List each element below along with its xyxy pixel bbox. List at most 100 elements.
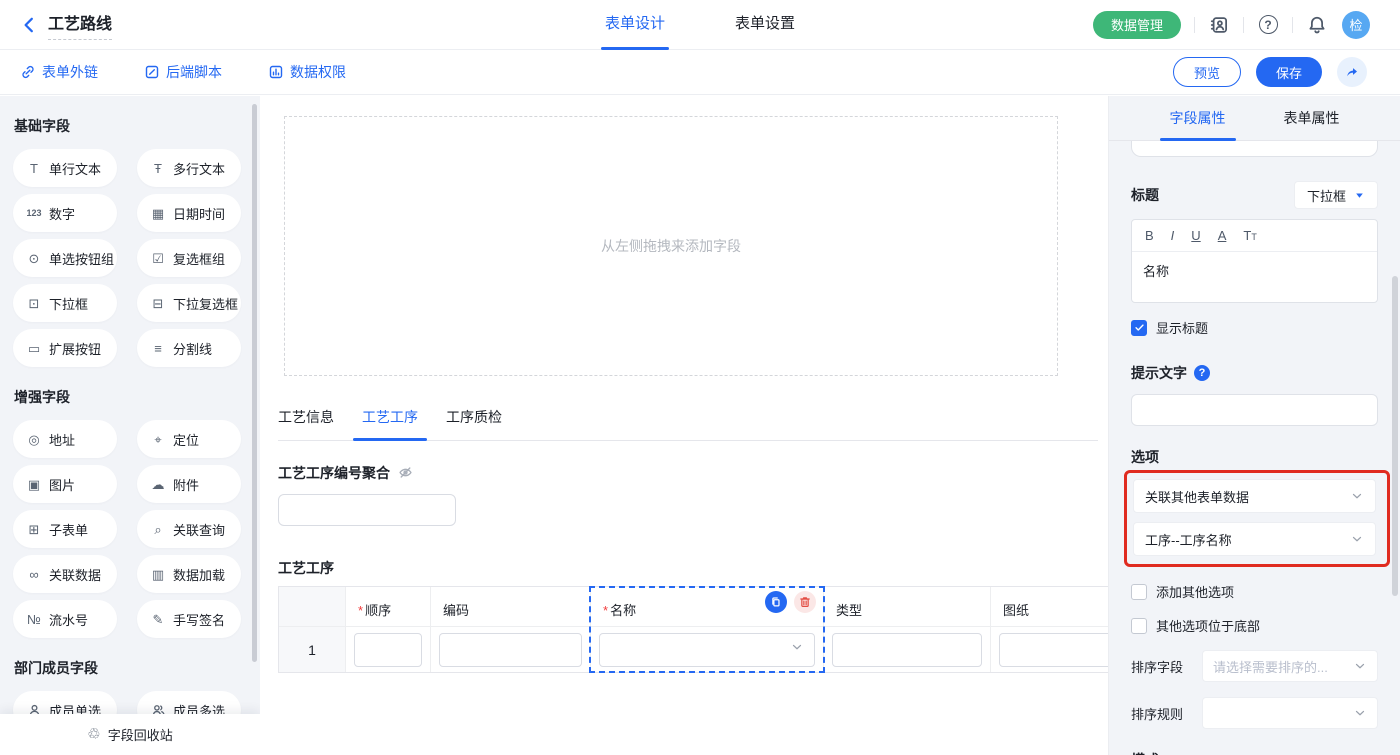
toolbar-link-2[interactable]: 后端脚本: [144, 62, 222, 82]
option-checkbox-row-1[interactable]: 添加其他选项: [1131, 582, 1378, 601]
header-right: 数据管理 ? 检: [1093, 11, 1370, 39]
palette-item-label: 分割线: [173, 339, 212, 358]
palette-item[interactable]: ⊙单选按钮组: [13, 239, 117, 277]
palette-item[interactable]: ⊞子表单: [13, 510, 117, 548]
option-checkbox-1[interactable]: [1131, 584, 1147, 600]
toolbar-link-3[interactable]: 数据权限: [268, 62, 346, 82]
attachment-icon: ☁: [150, 478, 166, 491]
cell-input[interactable]: [999, 633, 1108, 667]
palette-item[interactable]: ▣图片: [13, 465, 117, 503]
panel-scrollbar[interactable]: [1392, 276, 1398, 596]
palette-item-label: 流水号: [49, 610, 88, 629]
related-data-icon: ∞: [26, 568, 42, 581]
clipped-field-input[interactable]: [1131, 141, 1378, 157]
sort-field-select[interactable]: 请选择需要排序的...: [1202, 650, 1378, 682]
palette-item-label: 单选按钮组: [49, 249, 114, 268]
contacts-icon[interactable]: [1208, 14, 1230, 36]
question-icon[interactable]: [1194, 365, 1210, 381]
cell-input[interactable]: [354, 633, 422, 667]
palette-group-title: 部门成员字段: [14, 658, 260, 678]
sort-rule-label: 排序规则: [1131, 704, 1183, 723]
palette-item[interactable]: ⊡下拉框: [13, 284, 117, 322]
sidebar-scrollbar[interactable]: [252, 104, 257, 662]
location-icon: ⌖: [150, 433, 166, 446]
option-checkbox-row-2[interactable]: 其他选项位于底部: [1131, 616, 1378, 635]
delete-column-button[interactable]: [794, 591, 816, 613]
help-icon[interactable]: ?: [1257, 14, 1279, 36]
field-type-select[interactable]: 下拉框: [1294, 181, 1378, 209]
palette-item[interactable]: ▭扩展按钮: [13, 329, 117, 367]
cell-input[interactable]: [439, 633, 582, 667]
toolbar-actions: 预览 保存: [1173, 57, 1367, 87]
show-title-row[interactable]: 显示标题: [1131, 318, 1378, 337]
share-button[interactable]: [1337, 57, 1367, 87]
palette-item[interactable]: ☑复选框组: [137, 239, 241, 277]
bell-icon[interactable]: [1306, 14, 1328, 36]
copy-column-button[interactable]: [765, 591, 787, 613]
back-button[interactable]: [20, 16, 38, 34]
palette-item[interactable]: № 流水号: [13, 600, 117, 638]
palette-item-label: 关联查询: [173, 520, 225, 539]
editor-tool-b[interactable]: B: [1145, 228, 1154, 243]
multi-line-text-icon: Ŧ: [150, 162, 166, 175]
palette-item[interactable]: ⌖ 定位: [137, 420, 241, 458]
palette-item[interactable]: ☁附件: [137, 465, 241, 503]
palette-item[interactable]: Ŧ多行文本: [137, 149, 241, 187]
header-tab-1[interactable]: 表单设计: [605, 0, 665, 50]
palette-item[interactable]: ⌕关联查询: [137, 510, 241, 548]
palette-item[interactable]: ∞关联数据: [13, 555, 117, 593]
recycle-label: 字段回收站: [108, 725, 173, 744]
palette-item[interactable]: ◎地址: [13, 420, 117, 458]
page-title[interactable]: 工艺路线: [48, 10, 112, 40]
show-title-checkbox[interactable]: [1131, 320, 1147, 336]
subtable-column-1: 顺序: [346, 587, 431, 672]
title-label: 标题: [1131, 185, 1159, 205]
sort-rule-select[interactable]: [1202, 697, 1378, 729]
avatar[interactable]: 检: [1342, 11, 1370, 39]
palette-item[interactable]: ▦日期时间: [137, 194, 241, 232]
editor-tool-i[interactable]: I: [1171, 228, 1175, 243]
canvas-tab-1[interactable]: 工艺信息: [278, 401, 334, 440]
caret-down-icon: [1354, 190, 1365, 201]
save-button[interactable]: 保存: [1256, 57, 1322, 87]
editor-tool-t[interactable]: T: [1243, 228, 1256, 243]
data-manage-button[interactable]: 数据管理: [1093, 11, 1181, 39]
cell-select[interactable]: [599, 633, 815, 667]
palette-item[interactable]: ▥数据加载: [137, 555, 241, 593]
option-checkbox-2[interactable]: [1131, 618, 1147, 634]
preview-button[interactable]: 预览: [1173, 57, 1241, 87]
field-palette-sidebar: 基础字段T单行文本Ŧ多行文本123数字▦日期时间⊙单选按钮组☑复选框组⊡下拉框⊟…: [0, 96, 260, 755]
palette-item[interactable]: ✎手写签名: [137, 600, 241, 638]
option-select-2[interactable]: 工序--工序名称: [1133, 522, 1376, 556]
editor-tool-u[interactable]: U: [1191, 228, 1200, 243]
field-recycle-bin[interactable]: ♲ 字段回收站: [0, 714, 260, 755]
canvas-tab-2[interactable]: 工艺工序: [362, 401, 418, 440]
serial-number-icon: №: [26, 613, 42, 626]
palette-item[interactable]: T单行文本: [13, 149, 117, 187]
palette-item-label: 手写签名: [173, 610, 225, 629]
header-tab-2[interactable]: 表单设置: [735, 0, 795, 50]
toolbar-link-1[interactable]: 表单外链: [20, 62, 98, 82]
editor-tool-a[interactable]: A: [1218, 228, 1227, 243]
canvas-tab-3[interactable]: 工序质检: [446, 401, 502, 440]
agg-field-input[interactable]: [278, 494, 456, 526]
form-canvas: 从左侧拖拽来添加字段 工艺信息工艺工序工序质检 工艺工序编号聚合 工艺工序 1 …: [260, 96, 1108, 755]
drop-zone[interactable]: 从左侧拖拽来添加字段: [284, 116, 1058, 376]
toolbar-links: 表单外链 后端脚本 数据权限: [20, 62, 346, 82]
cell-input[interactable]: [832, 633, 982, 667]
palette-item[interactable]: ≡分割线: [137, 329, 241, 367]
hint-input[interactable]: [1131, 394, 1378, 426]
agg-field[interactable]: 工艺工序编号聚合: [278, 463, 1108, 526]
option-select-1[interactable]: 关联其他表单数据: [1133, 479, 1376, 513]
palette-item[interactable]: ⊟下拉复选框: [137, 284, 241, 322]
option-checkboxes: 添加其他选项其他选项位于底部: [1131, 582, 1378, 635]
palette-item[interactable]: 123数字: [13, 194, 117, 232]
options-label: 选项: [1131, 447, 1378, 467]
panel-tab-2[interactable]: 表单属性: [1284, 96, 1340, 141]
palette-item-label: 定位: [173, 430, 199, 449]
chevron-down-icon: [790, 640, 804, 659]
title-editor-area[interactable]: 名称: [1132, 252, 1377, 302]
hint-row: 提示文字: [1131, 363, 1378, 383]
panel-tab-1[interactable]: 字段属性: [1170, 96, 1226, 141]
header-left: 工艺路线: [20, 10, 112, 40]
